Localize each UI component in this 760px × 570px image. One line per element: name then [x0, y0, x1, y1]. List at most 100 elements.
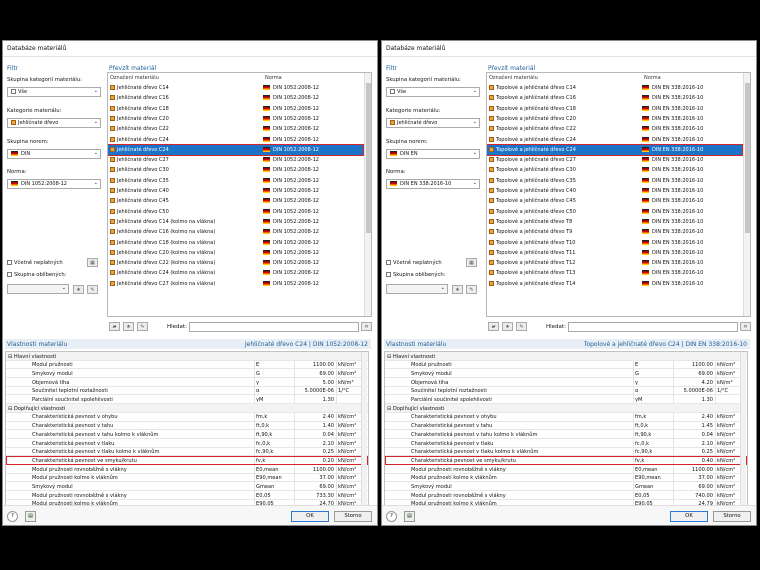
property-row[interactable]: Smykový modul Gmean 69.00 kN/cm² — [6, 483, 368, 492]
property-group[interactable]: ⊟ Doplňující vlastnosti — [385, 404, 747, 413]
table-row[interactable]: Topolové a jehličnaté dřevo C40 DIN EN 33… — [487, 186, 742, 196]
norm-group-select[interactable]: DIN EN ⌄ — [386, 149, 480, 159]
property-group[interactable]: ⊟ Doplňující vlastnosti — [6, 404, 368, 413]
table-row[interactable]: Topolové a jehličnaté dřevo T11 DIN EN 33… — [487, 248, 742, 258]
table-row[interactable]: Jehličnaté dřevo C22 DIN 1052:2008-12 — [108, 124, 363, 134]
search-input[interactable] — [189, 322, 359, 332]
property-row[interactable]: Modul pružnosti E 1100.00 kN/cm² — [385, 361, 747, 370]
table-row[interactable]: Topolové a jehličnaté dřevo C22 DIN EN 33… — [487, 124, 742, 134]
property-row[interactable]: Modul pružnosti rovnoběžně s vlákny E0,me… — [6, 465, 368, 474]
add-material-button[interactable]: ▰ — [488, 322, 499, 331]
tools-button[interactable]: ▤ — [25, 511, 36, 522]
table-row[interactable]: Jehličnaté dřevo C22 (kolmo na vlákna) DI… — [108, 258, 363, 268]
property-row[interactable]: Objemová tíha γ 4.20 kN/m³ — [385, 378, 747, 387]
scrollbar-thumb[interactable] — [745, 83, 750, 233]
table-row[interactable]: Jehličnaté dřevo C24 DIN 1052:2008-12 — [108, 143, 364, 157]
property-row[interactable]: Součinitel teplotní roztažnosti α 5.0000E-… — [6, 387, 368, 396]
table-row[interactable]: Topolové a jehličnaté dřevo T12 DIN EN 33… — [487, 258, 742, 268]
invalid-filter-button[interactable]: ▦ — [87, 258, 98, 267]
property-row[interactable]: Modul pružnosti rovnoběžně s vlákny E0,05… — [385, 491, 747, 500]
property-row[interactable]: Parciální součinitel spolehlivosti γM 1.30 — [6, 396, 368, 405]
property-row[interactable]: Charakteristická pevnost ve smyku/krutu f… — [6, 456, 368, 466]
clear-search-button[interactable]: ✕ — [361, 322, 372, 331]
cancel-button[interactable]: Storno — [334, 511, 372, 522]
help-button[interactable]: ? — [7, 511, 18, 522]
favorites-select[interactable]: ⌄ — [386, 284, 448, 294]
table-row[interactable]: Topolové a jehličnaté dřevo T8 DIN EN 338… — [487, 217, 742, 227]
category-group-select[interactable]: Vše ⌄ — [7, 87, 101, 97]
table-row[interactable]: Topolové a jehličnaté dřevo C24 DIN EN 33… — [487, 143, 743, 157]
property-row[interactable]: Modul pružnosti rovnoběžně s vlákny E0,05… — [6, 491, 368, 500]
ok-button[interactable]: OK — [291, 511, 329, 522]
properties-scrollbar[interactable] — [361, 352, 367, 522]
table-row[interactable]: Jehličnaté dřevo C14 DIN 1052:2008-12 — [108, 83, 363, 93]
property-row[interactable]: Modul pružnosti rovnoběžně s vlákny E0,me… — [385, 465, 747, 474]
property-row[interactable]: Modul pružnosti E 1100.00 kN/cm² — [6, 361, 368, 370]
table-row[interactable]: Jehličnaté dřevo C27 (kolmo na vlákna) DI… — [108, 279, 363, 289]
property-row[interactable]: Smykový modul G 69.00 kN/cm² — [385, 369, 747, 379]
search-input[interactable] — [568, 322, 738, 332]
table-row[interactable]: Jehličnaté dřevo C27 DIN 1052:2008-12 — [108, 155, 363, 165]
favorite-material-button[interactable]: ★ — [123, 322, 134, 331]
property-row[interactable]: Charakteristická pevnost v tahu kolmo k … — [385, 430, 747, 439]
property-group[interactable]: ⊟ Hlavní vlastnosti — [6, 352, 368, 361]
table-row[interactable]: Jehličnaté dřevo C14 (kolmo na vlákna) DI… — [108, 217, 363, 227]
invalid-filter-button[interactable]: ▦ — [466, 258, 477, 267]
edit-material-button[interactable]: ✎ — [137, 322, 148, 331]
table-row[interactable]: Jehličnaté dřevo C18 DIN 1052:2008-12 — [108, 104, 363, 114]
table-row[interactable]: Jehličnaté dřevo C16 (kolmo na vlákna) DI… — [108, 227, 363, 237]
property-group[interactable]: ⊟ Hlavní vlastnosti — [385, 352, 747, 361]
property-row[interactable]: Modul pružnosti kolmo k vláknům E90,mean 3… — [6, 474, 368, 483]
table-row[interactable]: Topolové a jehličnaté dřevo C20 DIN EN 33… — [487, 114, 742, 124]
favorites-edit-button[interactable]: ✎ — [87, 285, 98, 294]
table-row[interactable]: Topolové a jehličnaté dřevo C45 DIN EN 33… — [487, 196, 742, 206]
table-row[interactable]: Jehličnaté dřevo C40 DIN 1052:2008-12 — [108, 186, 363, 196]
clear-search-button[interactable]: ✕ — [740, 322, 751, 331]
property-row[interactable]: Charakteristická pevnost v tlaku fc,0,k 2.… — [6, 439, 368, 448]
favorites-add-button[interactable]: ★ — [73, 285, 84, 294]
table-row[interactable]: Jehličnaté dřevo C20 DIN 1052:2008-12 — [108, 114, 363, 124]
property-row[interactable]: Parciální součinitel spolehlivosti γM 1.30 — [385, 396, 747, 405]
table-row[interactable]: Jehličnaté dřevo C24 DIN 1052:2008-12 — [108, 135, 363, 145]
property-row[interactable]: Smykový modul Gmean 69.00 kN/cm² — [385, 483, 747, 492]
norm-select[interactable]: DIN 1052:2008-12 ⌄ — [7, 179, 101, 189]
column-header-norm[interactable]: Norma — [642, 73, 661, 82]
category-group-select[interactable]: Vše ⌄ — [386, 87, 480, 97]
table-row[interactable]: Topolové a jehličnaté dřevo T10 DIN EN 33… — [487, 238, 742, 248]
include-invalid-checkbox[interactable]: Včetně neplatných — [7, 260, 63, 266]
cancel-button[interactable]: Storno — [713, 511, 751, 522]
properties-scrollbar[interactable] — [740, 352, 746, 522]
table-row[interactable]: Jehličnaté dřevo C35 DIN 1052:2008-12 — [108, 176, 363, 186]
table-row[interactable]: Jehličnaté dřevo C24 (kolmo na vlákna) DI… — [108, 268, 363, 278]
table-row[interactable]: Jehličnaté dřevo C18 (kolmo na vlákna) DI… — [108, 238, 363, 248]
table-row[interactable]: Topolové a jehličnaté dřevo C35 DIN EN 33… — [487, 176, 742, 186]
column-header-norm[interactable]: Norma — [263, 73, 282, 82]
property-row[interactable]: Modul pružnosti kolmo k vláknům E90,mean 3… — [385, 474, 747, 483]
table-row[interactable]: Jehličnaté dřevo C30 DIN 1052:2008-12 — [108, 165, 363, 175]
property-row[interactable]: Charakteristická pevnost v tlaku kolmo k… — [385, 448, 747, 457]
property-row[interactable]: Součinitel teplotní roztažnosti α 5.0000E-… — [385, 387, 747, 396]
property-row[interactable]: Smykový modul G 69.00 kN/cm² — [6, 369, 368, 379]
column-header-name[interactable]: Označení materiálu — [108, 73, 159, 82]
property-row[interactable]: Charakteristická pevnost v tahu ft,0,k 1.4… — [385, 422, 747, 431]
table-row[interactable]: Topolové a jehličnaté dřevo C24 DIN EN 33… — [487, 135, 742, 145]
help-button[interactable]: ? — [386, 511, 397, 522]
scrollbar-thumb[interactable] — [366, 83, 371, 233]
table-row[interactable]: Topolové a jehličnaté dřevo T9 DIN EN 338… — [487, 227, 742, 237]
table-row[interactable]: Jehličnaté dřevo C16 DIN 1052:2008-12 — [108, 93, 363, 103]
property-row[interactable]: Charakteristická pevnost v tlaku kolmo k… — [6, 448, 368, 457]
property-row[interactable]: Charakteristická pevnost ve smyku/krutu f… — [385, 456, 747, 466]
favorite-material-button[interactable]: ★ — [502, 322, 513, 331]
add-material-button[interactable]: ▰ — [109, 322, 120, 331]
table-row[interactable]: Topolové a jehličnaté dřevo C27 DIN EN 33… — [487, 155, 742, 165]
ok-button[interactable]: OK — [670, 511, 708, 522]
favorites-select[interactable]: ⌄ — [7, 284, 69, 294]
edit-material-button[interactable]: ✎ — [516, 322, 527, 331]
favorites-add-button[interactable]: ★ — [452, 285, 463, 294]
table-row[interactable]: Jehličnaté dřevo C45 DIN 1052:2008-12 — [108, 196, 363, 206]
column-header-name[interactable]: Označení materiálu — [487, 73, 538, 82]
favorites-edit-button[interactable]: ✎ — [466, 285, 477, 294]
table-row[interactable]: Jehličnaté dřevo C20 (kolmo na vlákna) DI… — [108, 248, 363, 258]
table-scrollbar[interactable] — [743, 73, 750, 316]
table-row[interactable]: Topolové a jehličnaté dřevo T13 DIN EN 33… — [487, 268, 742, 278]
